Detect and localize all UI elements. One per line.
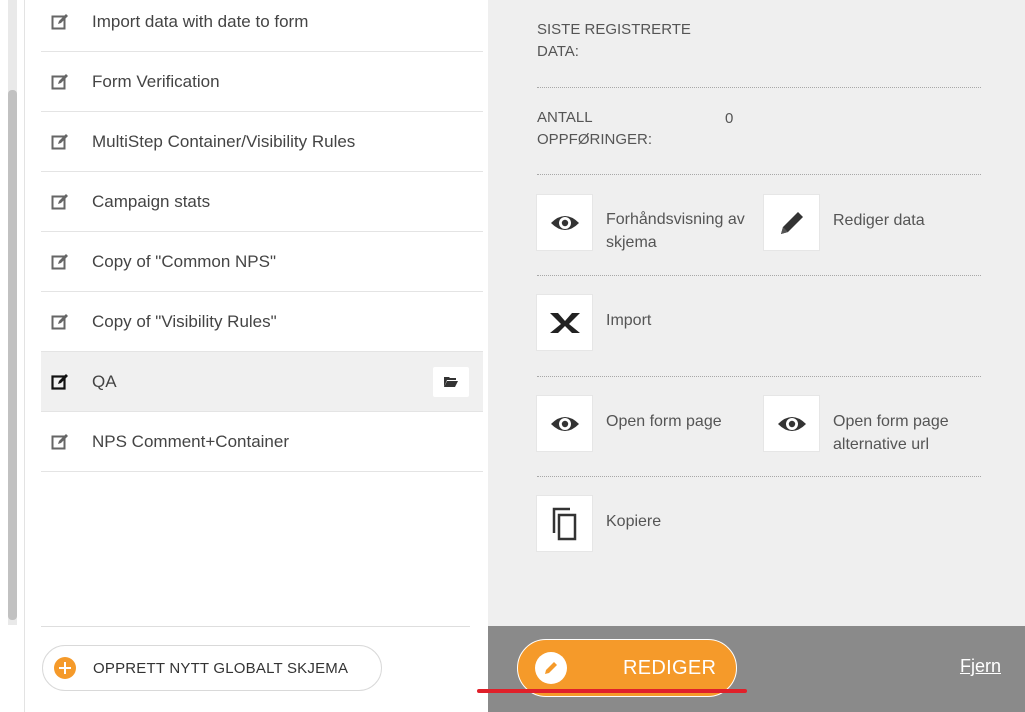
eye-icon	[777, 416, 806, 431]
edit-icon	[51, 193, 68, 209]
divider	[41, 626, 470, 627]
form-item-label: Import data with date to form	[92, 12, 309, 31]
divider	[537, 174, 981, 175]
preview-label: Forhåndsvisning av skjema	[606, 211, 745, 251]
edit-icon	[51, 73, 68, 89]
copy-button[interactable]	[536, 495, 593, 552]
remove-link[interactable]: Fjern	[960, 656, 1001, 677]
pencil-icon	[780, 211, 803, 234]
eye-icon	[550, 215, 579, 230]
form-list-item[interactable]: Form Verification	[41, 52, 483, 112]
form-item-label: NPS Comment+Container	[92, 431, 290, 451]
form-item-label: Campaign stats	[92, 191, 211, 211]
excel-icon	[549, 312, 580, 333]
divider	[537, 275, 981, 276]
form-list: Import data with date to form Form Verif…	[41, 0, 483, 472]
open-form-page-alt-action[interactable]: Open form page alternative url	[763, 395, 993, 456]
form-item-label: MultiStep Container/Visibility Rules	[92, 131, 356, 151]
bottom-action-bar: REDIGER Fjern	[488, 626, 1025, 712]
preview-form-action[interactable]: Forhåndsvisning av skjema	[536, 194, 756, 254]
divider	[537, 476, 981, 477]
edit-icon	[51, 313, 68, 329]
open-form-page-action[interactable]: Open form page	[536, 395, 756, 452]
open-form-page-label: Open form page	[606, 413, 722, 430]
form-item-label: QA	[92, 371, 117, 391]
edit-icon	[51, 433, 68, 449]
open-form-page-alt-button[interactable]	[763, 395, 820, 452]
highlight-underline	[477, 689, 747, 693]
scrollbar-thumb[interactable]	[8, 90, 17, 620]
count-label: ANTALL OPPFØRINGER:	[537, 109, 653, 148]
form-list-item[interactable]: Copy of "Visibility Rules"	[41, 292, 483, 352]
form-list-item[interactable]: MultiStep Container/Visibility Rules	[41, 112, 483, 172]
folder-button[interactable]	[433, 366, 469, 397]
edit-data-button[interactable]	[763, 194, 820, 251]
edit-button-label: REDIGER	[623, 656, 717, 679]
form-list-item[interactable]: Campaign stats	[41, 172, 483, 232]
divider	[24, 0, 25, 712]
create-global-form-button[interactable]: OPPRETT NYTT GLOBALT SKJEMA	[42, 645, 382, 691]
preview-button[interactable]	[536, 194, 593, 251]
form-item-label: Form Verification	[92, 71, 220, 91]
pencil-icon	[545, 662, 557, 674]
folder-open-icon	[444, 377, 458, 387]
copy-icon	[552, 507, 576, 540]
edit-icon	[51, 133, 68, 149]
form-list-item[interactable]: NPS Comment+Container	[41, 412, 483, 472]
edit-icon	[51, 253, 68, 269]
form-list-item[interactable]: Copy of "Common NPS"	[41, 232, 483, 292]
import-label: Import	[606, 312, 652, 329]
edit-icon	[51, 373, 68, 390]
copy-action[interactable]: Kopiere	[536, 495, 756, 552]
plus-circle-icon	[54, 657, 76, 679]
form-list-item[interactable]: Import data with date to form	[41, 0, 483, 52]
create-button-label: OPPRETT NYTT GLOBALT SKJEMA	[93, 659, 349, 677]
form-details-panel: SISTE REGISTRERTE DATA: ANTALL OPPFØRING…	[488, 0, 1025, 626]
edit-data-label: Rediger data	[833, 212, 925, 229]
import-action[interactable]: Import	[536, 294, 756, 351]
last-registered-label: SISTE REGISTRERTE DATA:	[537, 21, 691, 60]
divider	[537, 376, 981, 377]
count-value: 0	[725, 110, 734, 127]
pencil-circle-icon	[535, 652, 567, 684]
open-form-page-alt-label: Open form page alternative url	[833, 413, 949, 453]
open-form-page-button[interactable]	[536, 395, 593, 452]
form-list-item-selected[interactable]: QA	[41, 352, 483, 412]
form-item-label: Copy of "Visibility Rules"	[92, 311, 277, 331]
edit-icon	[51, 14, 68, 30]
form-item-label: Copy of "Common NPS"	[92, 251, 277, 271]
import-button[interactable]	[536, 294, 593, 351]
divider	[537, 87, 981, 88]
copy-label: Kopiere	[606, 513, 662, 530]
edit-data-action[interactable]: Rediger data	[763, 194, 983, 251]
eye-icon	[550, 416, 579, 431]
